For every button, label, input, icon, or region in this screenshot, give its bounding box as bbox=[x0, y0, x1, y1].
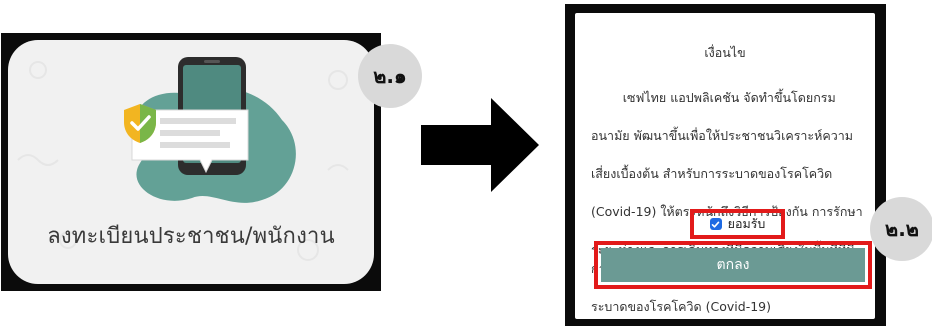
shield-check-icon bbox=[124, 104, 156, 143]
arrow-right-icon bbox=[421, 98, 539, 192]
accept-label: ยอมรับ bbox=[727, 216, 766, 231]
conditions-dialog-frame: เงื่อนไข เซฟไทย แอปพลิเคชัน จัดทำขึ้นโดย… bbox=[565, 4, 886, 326]
conditions-line: เสี่ยงเบื้องต้น สำหรับการระบาดของโรคโควิ… bbox=[591, 166, 833, 181]
accept-checkbox-highlight[interactable]: ยอมรับ bbox=[690, 209, 785, 239]
ok-button[interactable]: ตกลง bbox=[601, 248, 865, 282]
register-card[interactable]: ลงทะเบียนประชาชน/พนักงาน bbox=[8, 40, 374, 284]
conditions-line: ระบาดของโรคโควิด (Covid-19) bbox=[591, 299, 771, 314]
conditions-line: อนามัย พัฒนาขึ้นเพื่อให้ประชาชนวิเคราะห์… bbox=[591, 128, 854, 143]
step-badge-2-2: ๒.๒ bbox=[870, 197, 932, 261]
conditions-dialog: เงื่อนไข เซฟไทย แอปพลิเคชัน จัดทำขึ้นโดย… bbox=[575, 13, 875, 319]
step-badge-2-1: ๒.๑ bbox=[358, 44, 422, 108]
accept-checkbox[interactable] bbox=[709, 218, 722, 230]
conditions-line: เซฟไทย แอปพลิเคชัน จัดทำขึ้นโดยกรม bbox=[591, 90, 836, 105]
ok-button-highlight: ตกลง bbox=[594, 241, 872, 289]
check-icon bbox=[711, 221, 720, 228]
register-card-frame: ลงทะเบียนประชาชน/พนักงาน bbox=[1, 33, 381, 291]
conditions-title: เงื่อนไข bbox=[704, 45, 746, 60]
register-label: ลงทะเบียนประชาชน/พนักงาน bbox=[47, 224, 335, 249]
